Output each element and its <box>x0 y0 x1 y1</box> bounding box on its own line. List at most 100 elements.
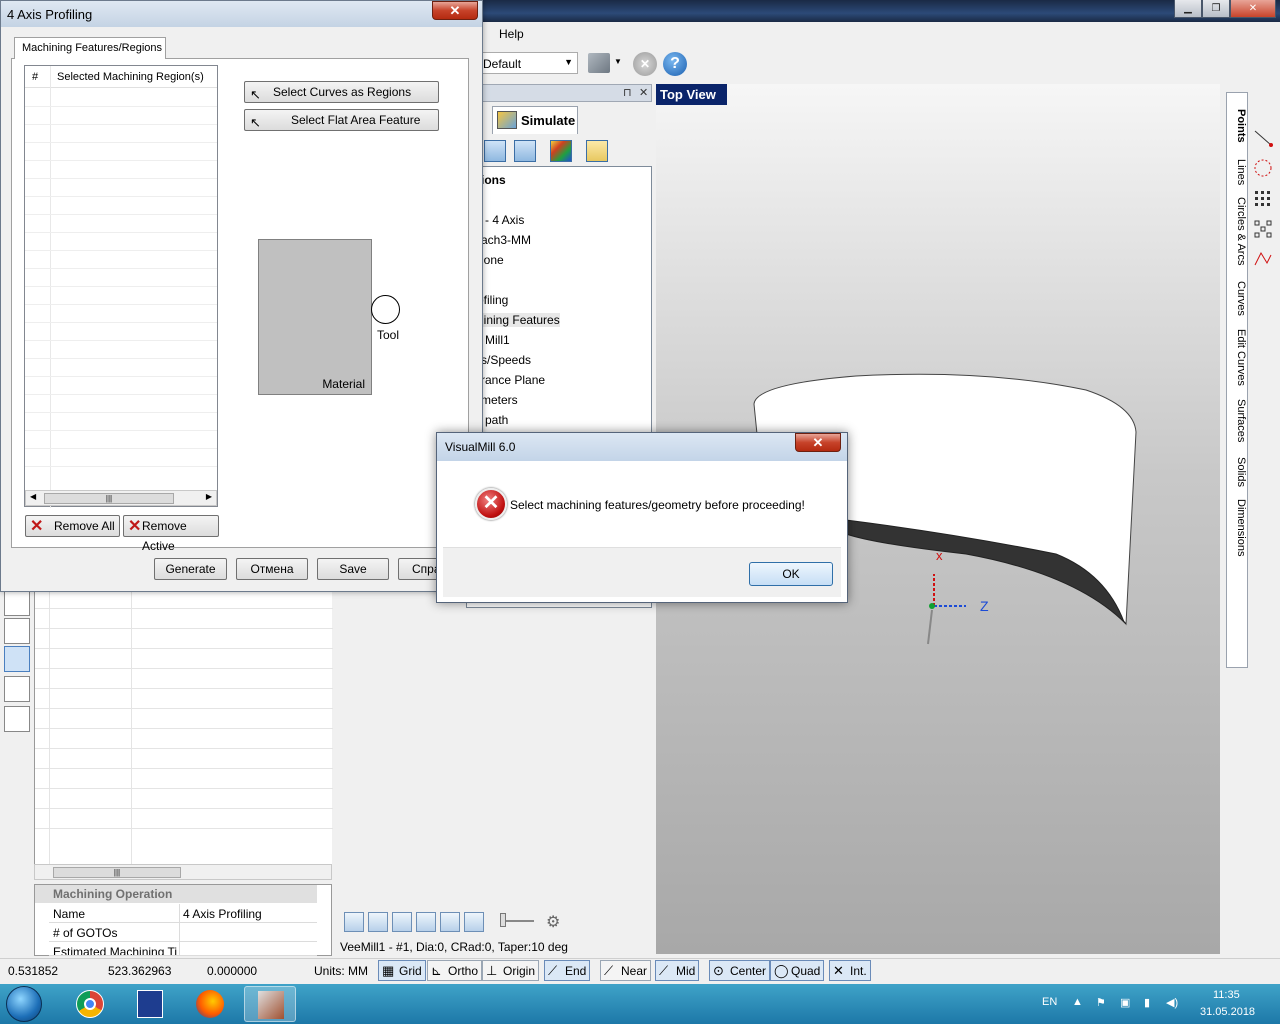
iso-view-icon[interactable] <box>4 618 30 644</box>
tab-surfaces[interactable]: Surfaces <box>1229 399 1247 442</box>
shaded-view-icon[interactable] <box>4 646 30 672</box>
stop-icon[interactable]: ✕ <box>633 52 657 76</box>
help-button[interactable]: Спра <box>398 558 441 580</box>
tree-item[interactable]: path <box>485 413 508 427</box>
tab-simulate[interactable]: Simulate <box>492 106 578 134</box>
select-curves-button[interactable]: ↖ Select Curves as Regions <box>244 81 439 103</box>
chevron-down-icon[interactable]: ▼ <box>614 57 622 66</box>
cancel-button[interactable]: Отмена <box>236 558 308 580</box>
language-indicator[interactable]: EN <box>1042 996 1057 1008</box>
chrome-icon[interactable] <box>64 986 116 1022</box>
pin-icon[interactable]: ⊓ <box>623 86 632 99</box>
tree-item[interactable]: s/Speeds <box>481 353 531 367</box>
property-row[interactable]: Name 4 Axis Profiling <box>49 904 317 923</box>
snap-ortho-button[interactable]: ⊾ Ortho <box>427 960 483 981</box>
clock-time[interactable]: 11:35 <box>1213 989 1240 1001</box>
minimize-button[interactable]: ▁ <box>1174 0 1202 18</box>
main-close-button[interactable]: ✕ <box>1230 0 1276 18</box>
property-row[interactable]: # of GOTOs <box>49 923 317 942</box>
save-app-icon[interactable] <box>124 986 176 1022</box>
point-grid-icon[interactable] <box>1252 188 1274 208</box>
point-curve-icon[interactable] <box>1252 248 1274 268</box>
holder-icon[interactable] <box>368 912 388 932</box>
snap-origin-button[interactable]: ⊥ Origin <box>482 960 540 981</box>
tree-item[interactable]: lone <box>481 253 504 267</box>
volume-icon[interactable]: ◀) <box>1166 996 1178 1009</box>
fast-forward-icon[interactable] <box>484 140 506 162</box>
tree-item[interactable]: meters <box>481 393 518 407</box>
mill-icon[interactable] <box>440 912 460 932</box>
point-pattern-icon[interactable] <box>1252 218 1274 238</box>
error-dialog-titlebar[interactable]: VisualMill 6.0 ✕ <box>437 433 847 461</box>
tree-item[interactable]: - 4 Axis <box>485 213 524 227</box>
point-circle-icon[interactable] <box>1252 158 1274 178</box>
property-row[interactable]: Estimated Machining Ti <box>49 942 317 956</box>
show-hidden-icon[interactable]: ▲ <box>1072 996 1083 1008</box>
col-region[interactable]: Selected Machining Region(s) <box>57 71 204 83</box>
firefox-icon[interactable] <box>184 986 236 1022</box>
battery-icon[interactable]: ▮ <box>1144 996 1150 1009</box>
save-button[interactable]: Save <box>317 558 389 580</box>
scroll-right-icon[interactable]: ▶ <box>206 492 212 501</box>
menu-help[interactable]: Help <box>499 27 524 41</box>
snap-int-button[interactable]: ✕ Int. <box>829 960 871 981</box>
tab-circles-arcs[interactable]: Circles & Arcs <box>1229 197 1247 265</box>
snap-end-button[interactable]: ⟋ End <box>544 960 591 981</box>
layer-icon[interactable] <box>588 53 610 73</box>
snap-center-button[interactable]: ⊙ Center <box>709 960 771 981</box>
toolpath-icon[interactable] <box>392 912 412 932</box>
snap-mid-button[interactable]: ⟋ Mid <box>655 960 700 981</box>
col-number[interactable]: # <box>32 71 38 83</box>
toggle-stock-icon[interactable] <box>586 140 608 162</box>
close-icon[interactable]: ✕ <box>795 433 841 452</box>
viewport-label[interactable]: Top View <box>656 84 727 105</box>
property-value[interactable]: 4 Axis Profiling <box>183 907 262 921</box>
tree-item-selected[interactable]: hining Features <box>477 313 560 327</box>
close-panel-icon[interactable]: ✕ <box>639 86 648 99</box>
ok-button[interactable]: OK <box>749 562 833 586</box>
surface-view-icon[interactable] <box>4 676 30 702</box>
snap-grid-button[interactable]: ▦ Grid <box>378 960 426 981</box>
list-scrollbar[interactable]: ◀ ||| ▶ <box>25 490 217 506</box>
tab-curves[interactable]: Curves <box>1229 281 1247 316</box>
tool-icon[interactable] <box>344 912 364 932</box>
start-button[interactable] <box>6 986 42 1022</box>
regions-list[interactable]: # Selected Machining Region(s) ◀ ||| ▶ <box>24 65 218 508</box>
help-icon[interactable]: ? <box>663 52 687 76</box>
profiling-dialog-titlebar[interactable]: 4 Axis Profiling ✕ <box>1 1 482 27</box>
tree-item[interactable]: ach3-MM <box>481 233 531 247</box>
point-line-icon[interactable] <box>1252 128 1274 148</box>
edit-icon[interactable] <box>464 912 484 932</box>
horizontal-scrollbar[interactable]: ||| <box>34 864 332 880</box>
axis-icon[interactable] <box>416 912 436 932</box>
network-icon[interactable]: ▣ <box>1120 996 1130 1009</box>
scroll-left-icon[interactable]: ◀ <box>30 492 36 501</box>
tab-lines[interactable]: Lines <box>1229 159 1247 185</box>
clock-date[interactable]: 31.05.2018 <box>1200 1006 1255 1018</box>
slider-thumb[interactable] <box>500 913 506 927</box>
flag-icon[interactable]: ⚑ <box>1096 996 1106 1009</box>
box-view-icon[interactable] <box>4 590 30 616</box>
generate-button[interactable]: Generate <box>154 558 227 580</box>
pause-icon[interactable] <box>514 140 536 162</box>
scrollbar-thumb[interactable]: ||| <box>53 867 181 878</box>
tab-solids[interactable]: Solids <box>1229 457 1247 487</box>
snap-near-button[interactable]: ⟋ Near <box>600 960 652 981</box>
visualmill-icon[interactable] <box>244 986 296 1022</box>
tree-item[interactable]: rance Plane <box>481 373 545 387</box>
layer-combo[interactable]: Default ▼ <box>480 52 578 74</box>
stock-model-icon[interactable] <box>550 140 572 162</box>
tree-item[interactable]: Mill1 <box>485 333 510 347</box>
maximize-button[interactable]: ❐ <box>1202 0 1230 18</box>
list-scroll-thumb[interactable]: ||| <box>44 493 174 504</box>
tab-points[interactable]: Points <box>1229 109 1247 143</box>
gear-icon[interactable]: ⚙ <box>546 912 560 932</box>
properties-header[interactable]: Machining Operation <box>35 885 317 903</box>
remove-all-button[interactable]: ✕ Remove All <box>25 515 120 537</box>
remove-active-button[interactable]: ✕ Remove Active <box>123 515 219 553</box>
axes-view-icon[interactable] <box>4 706 30 732</box>
close-icon[interactable]: ✕ <box>432 1 478 20</box>
tab-machining-features[interactable]: Machining Features/Regions <box>14 37 166 59</box>
tab-dimensions[interactable]: Dimensions <box>1229 499 1247 556</box>
select-flat-area-button[interactable]: ↖ Select Flat Area Feature <box>244 109 439 131</box>
